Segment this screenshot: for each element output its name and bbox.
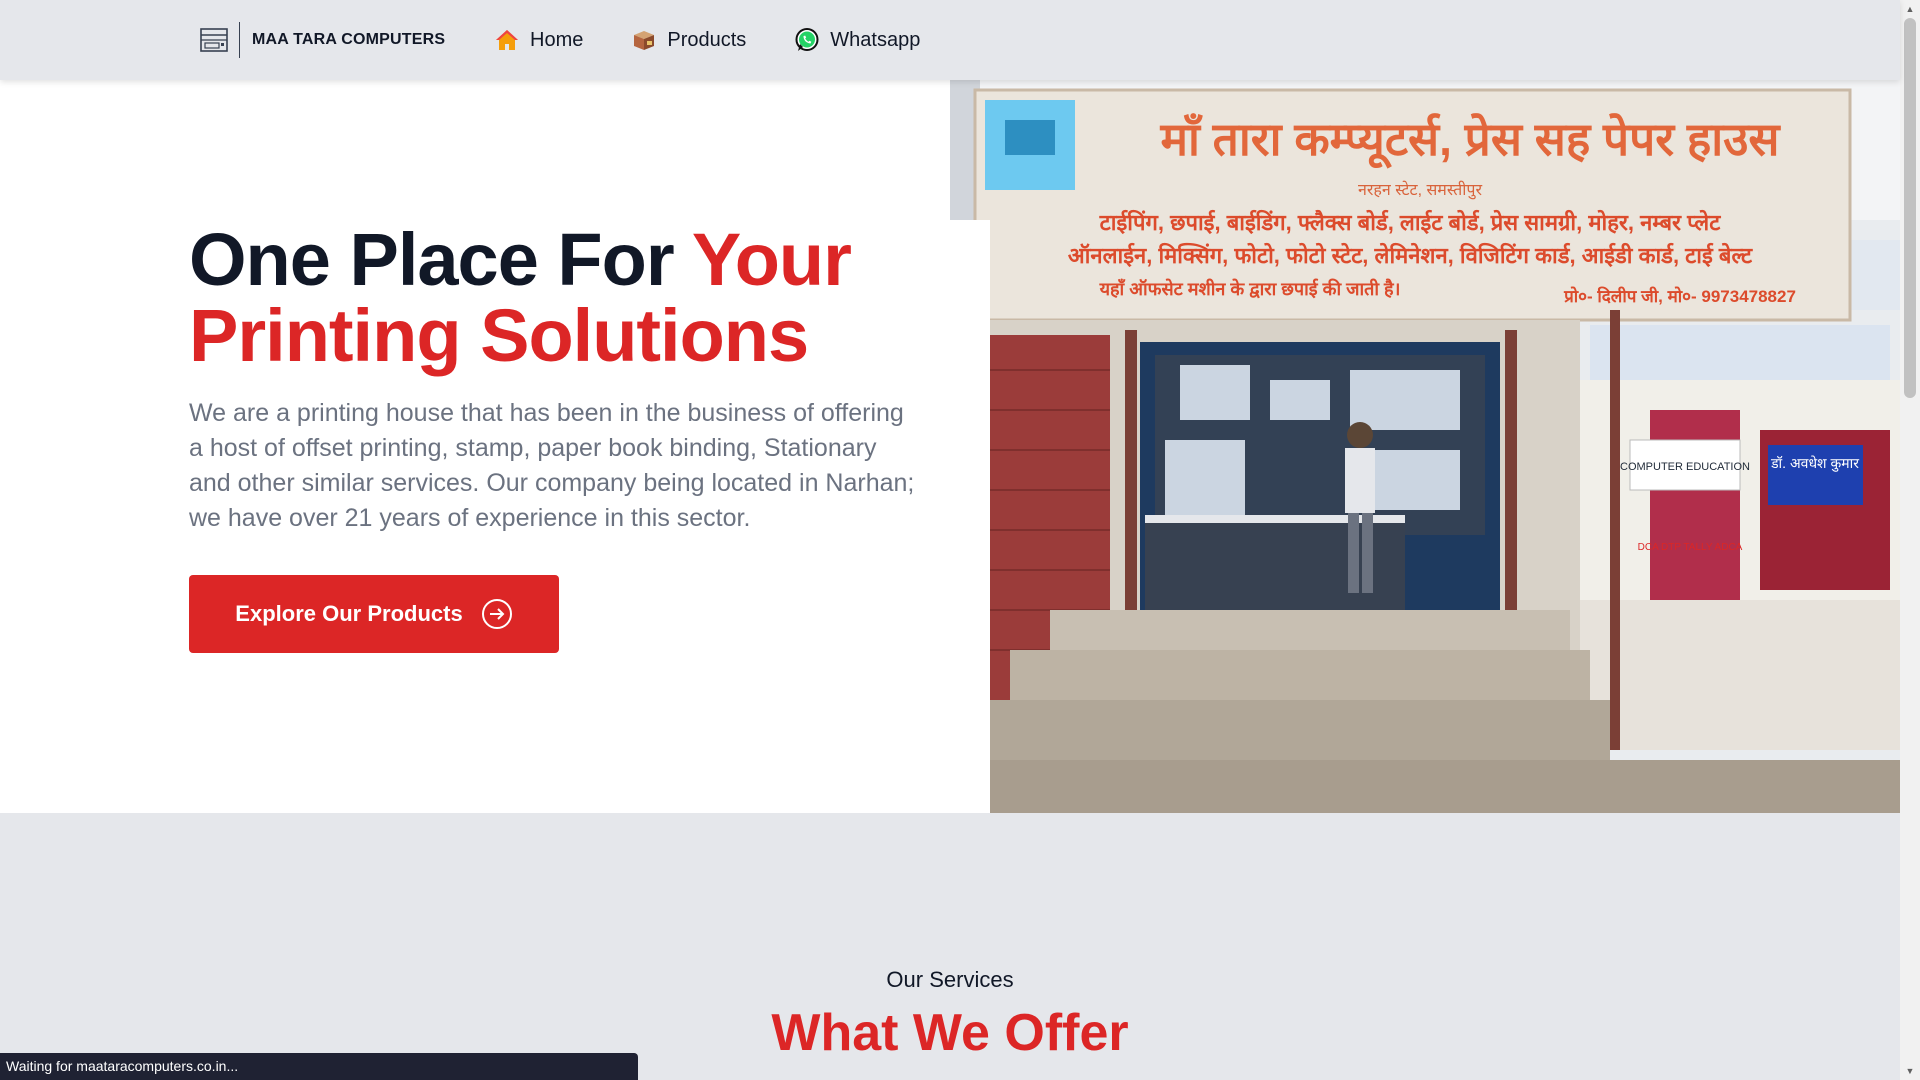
whatsapp-icon <box>794 27 820 53</box>
side-sign-text: COMPUTER EDUCATION <box>1620 461 1750 473</box>
brand-name: MAA TARA COMPUTERS <box>252 31 446 48</box>
navbar: MAA TARA COMPUTERS Home Products Whatsap… <box>0 0 1900 80</box>
sign-line-1: टाईपिंग, छपाई, बाईडिंग, फ्लैक्स बोर्ड, ल… <box>1099 209 1722 235</box>
sign-subtitle: नरहन स्टेट, समस्तीपुर <box>1358 180 1482 200</box>
page-scrollbar[interactable]: ▲ ▼ <box>1900 0 1920 1080</box>
brand[interactable]: MAA TARA COMPUTERS <box>199 22 445 58</box>
scroll-up-icon[interactable]: ▲ <box>1904 3 1916 15</box>
shop-photo: डॉ. अवधेश कुमार COMPUTER EDUCATION DCA D… <box>950 80 1900 813</box>
home-icon <box>494 27 520 53</box>
sign-line-2: ऑनलाईन, मिक्सिंग, फोटो, फोटो स्टेट, लेमि… <box>1068 242 1753 268</box>
hero-title: One Place For Your Printing Solutions <box>189 222 949 374</box>
explore-products-label: Explore Our Products <box>235 601 463 626</box>
sign-contact: प्रो०- दिलीप जी, मो०- 9973478827 <box>1563 286 1796 306</box>
nav-link-home-label: Home <box>530 28 584 51</box>
nav-link-whatsapp-label: Whatsapp <box>830 28 921 51</box>
nav-link-home[interactable]: Home <box>494 27 583 53</box>
side-sign-list: DCA DTP TALLY ADCA <box>1638 542 1743 553</box>
main-nav: Home Products Whatsapp <box>494 0 920 80</box>
nav-link-whatsapp[interactable]: Whatsapp <box>794 27 920 53</box>
services-section: Our Services What We Offer <box>0 813 1900 1080</box>
brand-divider <box>239 22 240 58</box>
hero-title-dark: One Place For <box>189 218 692 301</box>
printer-icon <box>199 25 229 55</box>
explore-products-button[interactable]: Explore Our Products <box>189 575 559 653</box>
scroll-down-icon[interactable]: ▼ <box>1904 1065 1916 1077</box>
services-kicker: Our Services <box>886 967 1014 992</box>
sign-line-3: यहाँ ऑफसेट मशीन के द्वारा छपाई की जाती ह… <box>1099 278 1401 299</box>
box-icon <box>631 27 657 53</box>
nav-link-products[interactable]: Products <box>631 27 746 53</box>
hero-description: We are a printing house that has been in… <box>189 399 915 532</box>
scrollbar-thumb[interactable] <box>1904 18 1916 398</box>
arrow-right-circle-icon <box>481 598 513 630</box>
browser-status-bar: Waiting for maataracomputers.co.in... <box>0 1053 638 1080</box>
sign-title: माँ तारा कम्प्यूटर्स, प्रेस सह पेपर हाउस <box>1159 113 1781 169</box>
nav-link-products-label: Products <box>667 28 747 51</box>
doctor-sign-text: डॉ. अवधेश कुमार <box>1770 455 1859 472</box>
